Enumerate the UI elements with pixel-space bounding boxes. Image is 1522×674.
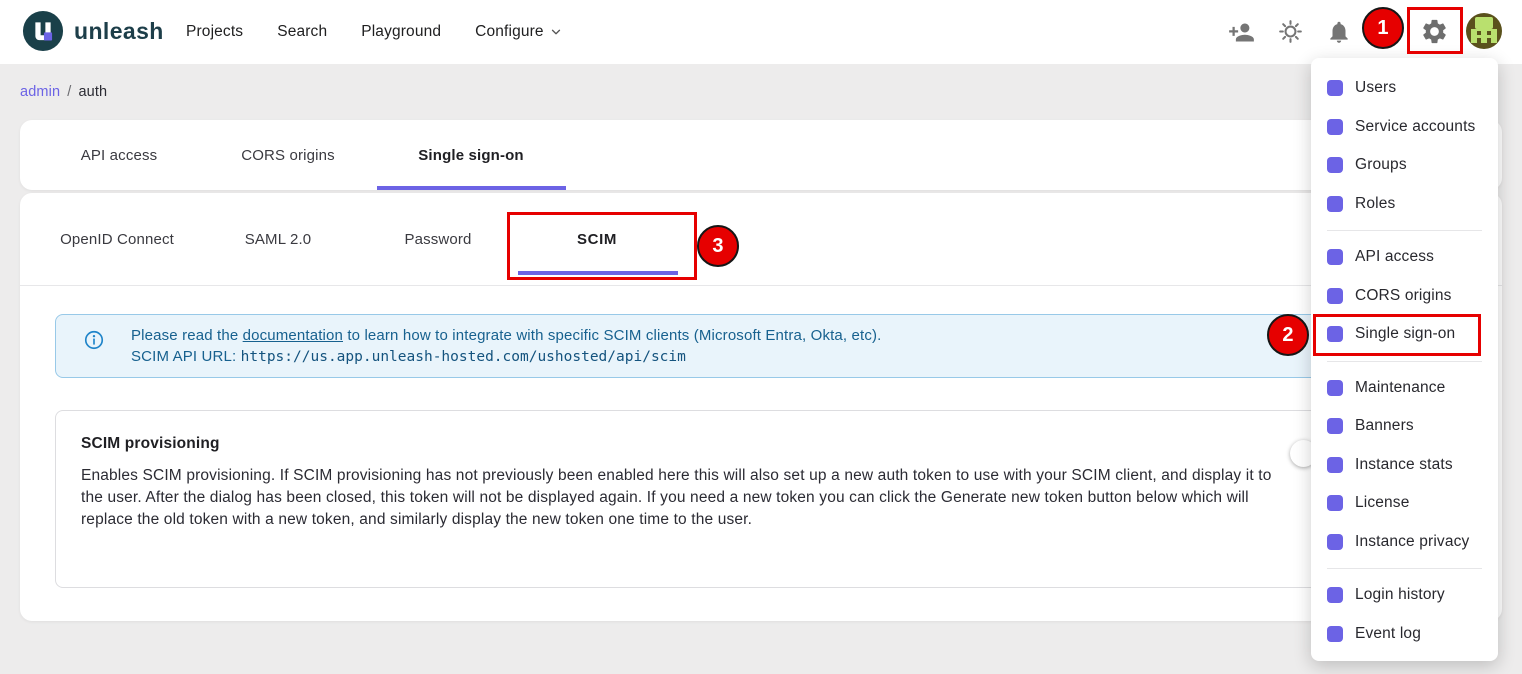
tab-api-access[interactable]: API access — [81, 120, 158, 190]
subtab-openid-connect[interactable]: OpenID Connect — [60, 193, 174, 286]
subtab-saml[interactable]: SAML 2.0 — [245, 193, 312, 286]
breadcrumb-separator: / — [67, 84, 71, 100]
menu-item-api-access[interactable]: API access — [1311, 238, 1498, 277]
brand-name: unleash — [74, 18, 164, 45]
alert-line-2: SCIM API URL: https://us.app.unleash-hos… — [131, 347, 881, 368]
menu-square-icon — [1327, 196, 1343, 212]
menu-item-label: License — [1355, 494, 1409, 512]
annotation-box-settings-button — [1407, 7, 1463, 54]
person-add-icon — [1228, 19, 1255, 46]
user-avatar[interactable] — [1466, 13, 1502, 49]
scim-provisioning-panel: SCIM provisioning Enables SCIM provision… — [55, 410, 1467, 588]
menu-divider — [1327, 361, 1482, 362]
avatar-identicon-icon — [1466, 13, 1502, 49]
alert-text: Please read the documentation to learn h… — [131, 326, 881, 367]
menu-item-label: Service accounts — [1355, 118, 1475, 136]
menu-square-icon — [1327, 80, 1343, 96]
scim-provisioning-description: Enables SCIM provisioning. If SCIM provi… — [81, 465, 1276, 531]
active-tab-underline — [377, 186, 566, 190]
menu-square-icon — [1327, 249, 1343, 265]
annotation-box-single-sign-on-item — [1313, 314, 1481, 356]
unleash-logo-icon — [22, 10, 64, 52]
menu-item-banners[interactable]: Banners — [1311, 407, 1498, 446]
main-content-card: OpenID Connect SAML 2.0 Password SCIM Pl… — [20, 193, 1502, 621]
menu-item-label: Instance stats — [1355, 456, 1453, 474]
menu-divider — [1327, 230, 1482, 231]
main-nav: Projects Search Playground Configure — [186, 0, 563, 64]
menu-square-icon — [1327, 457, 1343, 473]
menu-item-login-history[interactable]: Login history — [1311, 576, 1498, 615]
breadcrumb: admin / auth — [20, 84, 107, 100]
tab-cors-origins[interactable]: CORS origins — [241, 120, 335, 190]
menu-item-users[interactable]: Users — [1311, 69, 1498, 108]
annotation-step-1-badge: 1 — [1362, 7, 1404, 49]
nav-configure[interactable]: Configure — [475, 23, 563, 41]
nav-projects[interactable]: Projects — [186, 23, 243, 41]
annotation-step-2-badge: 2 — [1267, 314, 1309, 356]
menu-item-maintenance[interactable]: Maintenance — [1311, 369, 1498, 408]
menu-square-icon — [1327, 157, 1343, 173]
menu-square-icon — [1327, 288, 1343, 304]
brand-logo[interactable]: unleash — [22, 10, 164, 52]
sun-icon — [1277, 18, 1304, 45]
menu-item-roles[interactable]: Roles — [1311, 185, 1498, 224]
info-icon — [83, 329, 105, 356]
menu-item-license[interactable]: License — [1311, 484, 1498, 523]
nav-search[interactable]: Search — [277, 23, 327, 41]
menu-item-instance-privacy[interactable]: Instance privacy — [1311, 523, 1498, 562]
menu-item-label: Banners — [1355, 417, 1414, 435]
nav-playground[interactable]: Playground — [361, 23, 441, 41]
menu-square-icon — [1327, 626, 1343, 642]
menu-item-label: Groups — [1355, 156, 1407, 174]
menu-item-groups[interactable]: Groups — [1311, 146, 1498, 185]
tab-single-sign-on[interactable]: Single sign-on — [418, 120, 523, 190]
menu-divider — [1327, 568, 1482, 569]
breadcrumb-admin-link[interactable]: admin — [20, 84, 60, 100]
bell-icon — [1326, 19, 1352, 45]
menu-item-label: Users — [1355, 79, 1396, 97]
top-header: unleash Projects Search Playground Confi… — [0, 0, 1522, 64]
settings-dropdown-menu: Users Service accounts Groups Roles API … — [1311, 58, 1498, 661]
alert-line-1: Please read the documentation to learn h… — [131, 326, 881, 347]
annotation-step-3-badge: 3 — [697, 225, 739, 267]
menu-item-label: Event log — [1355, 625, 1421, 643]
invite-user-button[interactable] — [1228, 19, 1255, 46]
alert-text-before-link: Please read the — [131, 327, 243, 344]
alert-text-after-link: to learn how to integrate with specific … — [343, 327, 881, 344]
tabs-card: API access CORS origins Single sign-on — [20, 120, 1502, 190]
subtab-password[interactable]: Password — [404, 193, 471, 286]
menu-square-icon — [1327, 418, 1343, 434]
theme-toggle-button[interactable] — [1277, 18, 1304, 45]
documentation-link[interactable]: documentation — [243, 327, 343, 344]
menu-square-icon — [1327, 495, 1343, 511]
menu-square-icon — [1327, 380, 1343, 396]
menu-square-icon — [1327, 119, 1343, 135]
nav-configure-label: Configure — [475, 23, 544, 41]
menu-item-cors-origins[interactable]: CORS origins — [1311, 277, 1498, 316]
scim-api-url-label: SCIM API URL: — [131, 348, 241, 365]
app-screen: unleash Projects Search Playground Confi… — [0, 0, 1522, 674]
scim-provisioning-title: SCIM provisioning — [81, 435, 1306, 453]
subtab-row: OpenID Connect SAML 2.0 Password SCIM — [20, 193, 1502, 286]
menu-item-event-log[interactable]: Event log — [1311, 615, 1498, 654]
menu-item-label: CORS origins — [1355, 287, 1452, 305]
notifications-button[interactable] — [1326, 19, 1352, 45]
scim-api-url-value: https://us.app.unleash-hosted.com/ushost… — [241, 349, 686, 365]
annotation-box-scim-tab — [507, 212, 697, 280]
breadcrumb-current: auth — [78, 84, 107, 100]
menu-item-label: Instance privacy — [1355, 533, 1469, 551]
menu-item-label: Maintenance — [1355, 379, 1445, 397]
menu-item-label: Roles — [1355, 195, 1395, 213]
menu-item-service-accounts[interactable]: Service accounts — [1311, 108, 1498, 147]
menu-item-label: API access — [1355, 248, 1434, 266]
menu-square-icon — [1327, 587, 1343, 603]
menu-square-icon — [1327, 534, 1343, 550]
menu-item-label: Login history — [1355, 586, 1445, 604]
info-alert: Please read the documentation to learn h… — [55, 314, 1467, 378]
chevron-down-icon — [549, 25, 563, 39]
menu-item-instance-stats[interactable]: Instance stats — [1311, 446, 1498, 485]
